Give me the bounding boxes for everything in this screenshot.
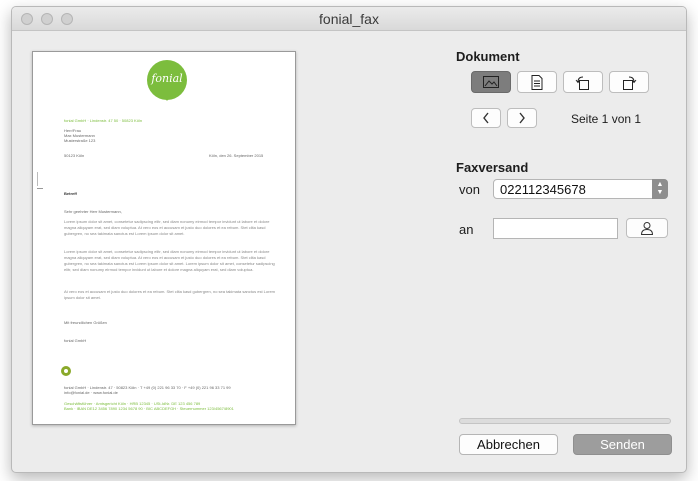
rotate-right-icon <box>623 76 637 90</box>
footer-logo-mark <box>61 366 71 376</box>
footer-line-4: Bank · IBAN DE12 3456 7890 1234 5678 90 … <box>64 406 234 411</box>
recipient-line-3: Musterstraße 123 <box>64 138 96 143</box>
send-progress-bar <box>459 418 671 424</box>
footer-line-2: info@fonial.de · www.fonial.de <box>64 390 118 395</box>
app-window: fonial_fax fonial fonial GmbH · Lindenst… <box>11 6 687 473</box>
letter-date: Köln, den 26. September 2015 <box>209 153 264 158</box>
page-icon <box>531 74 543 90</box>
von-number-select[interactable]: 022112345678 ▲ ▼ <box>493 179 668 199</box>
faxversand-heading: Faxversand <box>456 160 529 175</box>
rotate-left-button[interactable] <box>563 71 603 93</box>
rotate-left-icon <box>575 76 589 90</box>
send-button[interactable]: Senden <box>573 434 672 455</box>
window-title: fonial_fax <box>319 11 379 27</box>
rotate-right-button[interactable] <box>609 71 649 93</box>
page-indicator: Seite 1 von 1 <box>571 112 642 126</box>
von-label: von <box>459 182 480 197</box>
chevron-right-icon <box>519 112 525 124</box>
recipient-city: 50123 Köln <box>64 153 85 158</box>
sender-line: fonial GmbH · Lindenstr. 47 50 · 50823 K… <box>64 118 143 123</box>
letter-paragraph-2: Lorem ipsum dolor sit amet, consetetur s… <box>64 249 275 272</box>
chevron-left-icon <box>483 112 489 124</box>
person-icon <box>640 222 654 235</box>
image-icon <box>483 76 499 88</box>
choose-contact-button[interactable] <box>626 218 668 238</box>
logo-text: fonial <box>151 72 183 85</box>
an-label: an <box>459 222 474 237</box>
dokument-heading: Dokument <box>456 49 520 64</box>
title-bar: fonial_fax <box>12 7 686 31</box>
von-number-value: 022112345678 <box>500 182 586 197</box>
letter-subject: Betreff <box>64 191 77 196</box>
letter-paragraph-1: Lorem ipsum dolor sit amet, consetetur s… <box>64 219 270 236</box>
an-number-input[interactable] <box>493 218 618 239</box>
letter-salutation: Sehr geehrter Herr Mustermann, <box>64 209 122 214</box>
letter-closing: Mit freundlichen Grüßen <box>64 320 107 325</box>
fold-mark <box>37 172 38 186</box>
image-view-button[interactable] <box>471 71 511 93</box>
updown-arrows-icon: ▲ ▼ <box>652 179 668 199</box>
document-preview: fonial fonial GmbH · Lindenstr. 47 50 · … <box>32 51 296 425</box>
punch-mark <box>37 188 43 189</box>
next-page-button[interactable] <box>507 108 537 128</box>
cancel-button[interactable]: Abbrechen <box>459 434 558 455</box>
previous-page-button[interactable] <box>471 108 501 128</box>
fonial-logo: fonial <box>147 60 187 101</box>
letter-paragraph-3: At vero eos et accusam et justo duo dolo… <box>64 289 276 300</box>
page-view-button[interactable] <box>517 71 557 93</box>
letter-signature: fonial GmbH <box>64 338 87 343</box>
